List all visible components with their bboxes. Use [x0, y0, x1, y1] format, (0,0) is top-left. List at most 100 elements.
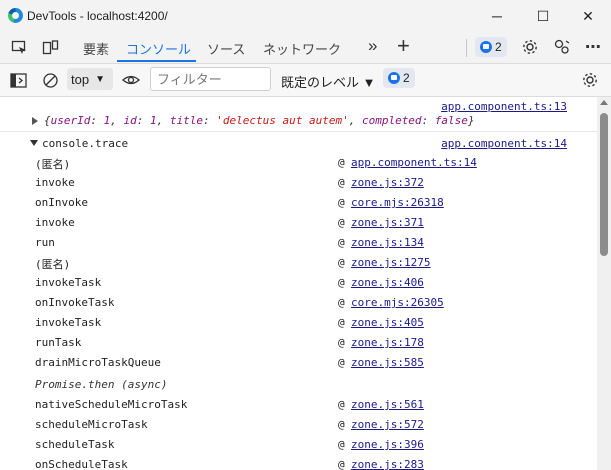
- stack-frame-at: @: [338, 176, 345, 189]
- object-value: 'delectus aut autem': [216, 114, 349, 127]
- device-emulation-icon[interactable]: [41, 38, 59, 56]
- console-output: app.component.ts:13 {userId: 1, id: 1, t…: [0, 97, 597, 470]
- active-tab-indicator: [117, 60, 196, 62]
- stack-frame-at: @: [338, 418, 345, 431]
- object-value: false: [434, 114, 468, 127]
- object-key: id: [123, 114, 137, 127]
- stack-frame-function: (匿名): [35, 158, 71, 171]
- stack-frame-source-link[interactable]: zone.js:572: [351, 418, 424, 431]
- message-divider: [0, 131, 597, 132]
- stack-frame-function: runTask: [35, 336, 82, 349]
- stack-frame-source-link[interactable]: zone.js:406: [351, 276, 424, 289]
- console-issues-counter[interactable]: 2: [383, 68, 415, 88]
- log-levels-dropdown[interactable]: 既定のレベル ▼: [281, 72, 375, 91]
- stack-frame-function: scheduleMicroTask: [35, 418, 148, 431]
- console-toolbar: top ▼ 既定のレベル ▼ 2: [0, 64, 611, 97]
- stack-frame-source-link[interactable]: zone.js:405: [351, 316, 424, 329]
- stack-frame-at: @: [338, 256, 345, 269]
- issues-counter[interactable]: 2: [475, 37, 507, 57]
- logged-object[interactable]: {userId: 1, id: 1, title: 'delectus aut …: [44, 114, 475, 127]
- stack-frame-function: invoke: [35, 216, 75, 229]
- message-icon: [388, 72, 400, 84]
- maximize-button[interactable]: ☐: [520, 0, 566, 32]
- stack-frame-source-link[interactable]: core.mjs:26318: [351, 196, 444, 209]
- chevron-down-icon: ▼: [95, 73, 105, 85]
- console-issues-count: 2: [403, 71, 410, 85]
- close-button[interactable]: ✕: [565, 0, 611, 32]
- stack-frame-at: @: [338, 296, 345, 309]
- filter-input[interactable]: [150, 67, 271, 91]
- stack-frame-at: @: [338, 236, 345, 249]
- toolbar-divider: [466, 39, 467, 57]
- console-settings-gear-icon[interactable]: [581, 71, 599, 89]
- tab-elements[interactable]: 要素: [83, 39, 109, 58]
- stack-frame-source-link[interactable]: zone.js:561: [351, 398, 424, 411]
- live-expression-eye-icon[interactable]: [122, 71, 140, 89]
- object-key: userId: [50, 114, 91, 127]
- collapse-triangle-icon[interactable]: [30, 140, 38, 146]
- minimize-button[interactable]: ─: [474, 0, 520, 32]
- tab-console[interactable]: コンソール: [126, 39, 191, 58]
- devtools-tab-bar: 要素 コンソール ソース ネットワーク » + 2 ⋯: [0, 32, 611, 64]
- context-selector[interactable]: top ▼: [67, 68, 113, 90]
- stack-frame-function: nativeScheduleMicroTask: [35, 398, 188, 411]
- stack-frame-at: @: [338, 398, 345, 411]
- show-sidebar-icon[interactable]: [9, 71, 27, 89]
- stack-frame-function: (匿名): [35, 258, 71, 271]
- stack-frame-source-link[interactable]: zone.js:396: [351, 438, 424, 451]
- scroll-up-arrow-icon[interactable]: [600, 100, 608, 105]
- stack-frame-source-link[interactable]: zone.js:585: [351, 356, 424, 369]
- clear-console-icon[interactable]: [41, 71, 59, 89]
- settings-gear-icon[interactable]: [521, 38, 539, 56]
- stack-frame-source-link[interactable]: zone.js:283: [351, 458, 424, 470]
- more-tabs-button[interactable]: »: [368, 36, 377, 56]
- stack-frame-function: scheduleTask: [35, 438, 115, 451]
- scrollbar-thumb[interactable]: [600, 113, 608, 256]
- message-icon: [480, 41, 492, 53]
- object-brace-close: }: [467, 114, 475, 127]
- window-title: DevTools - localhost:4200/: [27, 9, 168, 23]
- stack-frame-source-link[interactable]: zone.js:372: [351, 176, 424, 189]
- stack-frame-source-link[interactable]: zone.js:134: [351, 236, 424, 249]
- edge-app-icon: [8, 8, 23, 23]
- add-tab-button[interactable]: +: [397, 33, 410, 59]
- more-options-icon[interactable]: ⋯: [584, 38, 602, 56]
- trace-source-link[interactable]: app.component.ts:14: [441, 137, 567, 150]
- stack-frame-at: @: [338, 196, 345, 209]
- stack-frame-at: @: [338, 356, 345, 369]
- inspect-element-icon[interactable]: [10, 38, 28, 56]
- stack-frame-function: run: [35, 236, 55, 249]
- object-key: title: [169, 114, 203, 127]
- stack-frame-source-link[interactable]: zone.js:371: [351, 216, 424, 229]
- stack-frame-source-link[interactable]: zone.js:178: [351, 336, 424, 349]
- stack-frame-at: @: [338, 438, 345, 451]
- object-source-link[interactable]: app.component.ts:13: [441, 100, 567, 113]
- stack-frame-at: @: [338, 336, 345, 349]
- context-value: top: [71, 71, 90, 87]
- stack-frame-function: drainMicroTaskQueue: [35, 356, 161, 369]
- tab-sources[interactable]: ソース: [207, 39, 245, 58]
- object-value: 1: [103, 114, 111, 127]
- stack-frame-function: invokeTask: [35, 276, 102, 289]
- async-boundary-label: Promise.then (async): [35, 378, 168, 391]
- object-value: 1: [150, 114, 157, 127]
- stack-frame-source-link[interactable]: zone.js:1275: [351, 256, 430, 269]
- stack-frame-function: invoke: [35, 176, 75, 189]
- stack-frame-at: @: [338, 276, 345, 289]
- object-key: completed: [361, 114, 422, 127]
- stack-frame-function: onInvokeTask: [35, 296, 115, 309]
- stack-frame-source-link[interactable]: core.mjs:26305: [351, 296, 444, 309]
- stack-frame-source-link[interactable]: app.component.ts:14: [351, 156, 477, 169]
- stack-frame-function: onScheduleTask: [35, 458, 128, 470]
- expand-triangle-icon[interactable]: [32, 117, 38, 125]
- stack-frame-at: @: [338, 458, 345, 470]
- tab-network[interactable]: ネットワーク: [263, 39, 341, 58]
- stack-frame-at: @: [338, 316, 345, 329]
- stack-frame-at: @: [338, 156, 345, 169]
- vertical-scrollbar[interactable]: [597, 97, 611, 470]
- stack-frame-function: invokeTask: [35, 316, 102, 329]
- customize-icon[interactable]: [553, 38, 571, 56]
- object-brace-open: {: [44, 114, 51, 127]
- stack-frame-at: @: [338, 216, 345, 229]
- title-bar: DevTools - localhost:4200/ ─ ☐ ✕: [0, 0, 611, 32]
